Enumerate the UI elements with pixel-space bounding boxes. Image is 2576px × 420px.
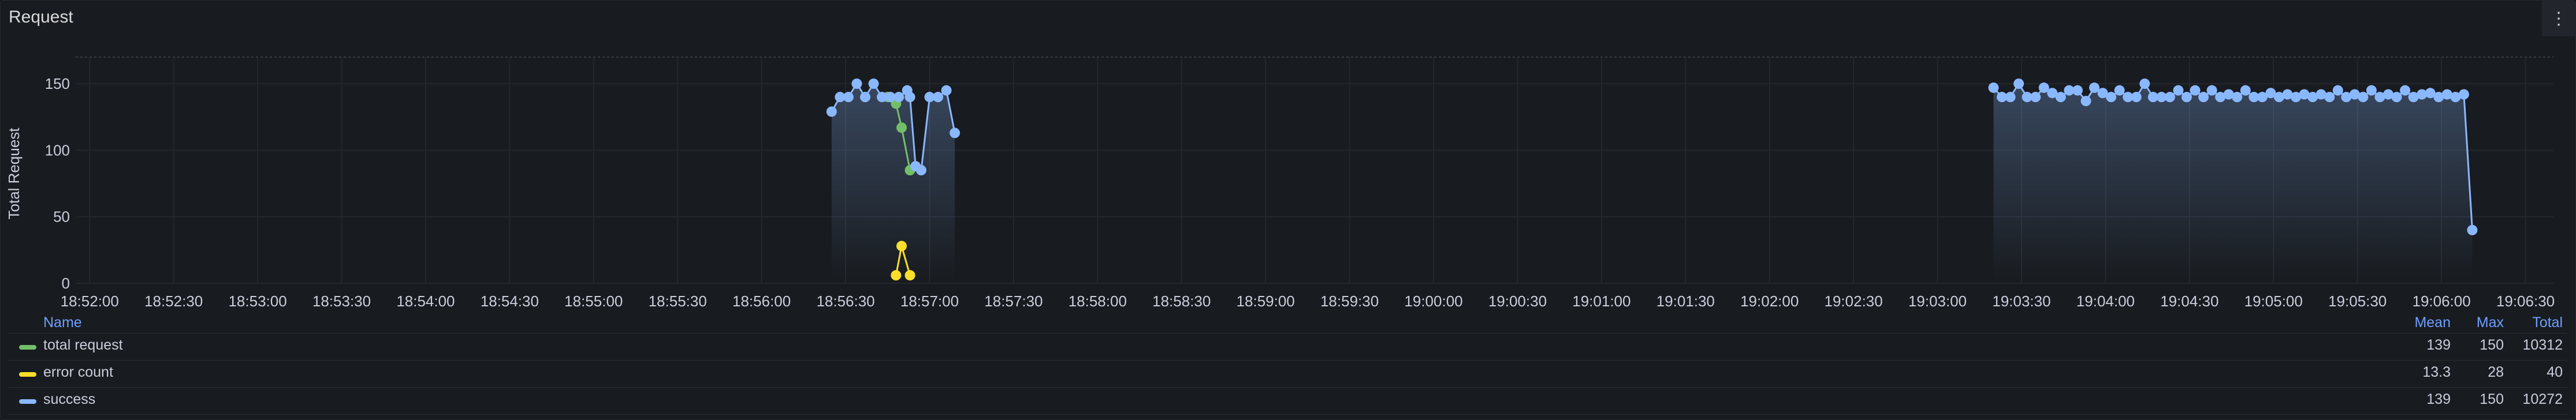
data-point-error-count (896, 241, 907, 252)
data-point-success (2400, 85, 2411, 96)
x-tick-label: 19:05:30 (2328, 292, 2387, 310)
legend-header: Name Mean Max Total (9, 311, 2567, 333)
x-tick-label: 18:58:30 (1152, 292, 1211, 310)
x-tick-label: 19:01:00 (1572, 292, 1631, 310)
y-tick-label: 50 (53, 208, 70, 226)
data-point-success (2139, 78, 2150, 89)
data-point-error-count (891, 270, 902, 281)
data-point-success (2181, 92, 2192, 103)
legend-color-swatch[interactable] (19, 372, 36, 377)
x-tick-label: 18:57:00 (900, 292, 959, 310)
legend-color-swatch[interactable] (19, 399, 36, 404)
data-point-success (2232, 92, 2243, 103)
x-tick-label: 18:57:30 (984, 292, 1043, 310)
x-tick-label: 19:05:00 (2244, 292, 2303, 310)
data-point-success (2030, 92, 2041, 103)
x-tick-label: 18:53:30 (312, 292, 371, 310)
x-tick-label: 19:03:00 (1908, 292, 1967, 310)
data-point-success (2106, 92, 2117, 103)
x-tick-label: 18:56:00 (732, 292, 791, 310)
x-tick-label: 19:00:30 (1488, 292, 1547, 310)
legend-series-name[interactable]: error count (43, 364, 113, 381)
data-point-success (2005, 92, 2016, 103)
x-tick-label: 19:06:00 (2412, 292, 2470, 310)
legend-series-name[interactable]: success (43, 391, 95, 408)
x-tick-label: 18:55:30 (649, 292, 707, 310)
x-tick-label: 18:52:00 (61, 292, 119, 310)
data-point-success (941, 85, 952, 96)
legend-total-value: 10312 (2522, 337, 2563, 353)
data-point-success (843, 92, 854, 103)
legend-series-name[interactable]: total request (43, 337, 123, 354)
x-tick-label: 18:56:30 (816, 292, 874, 310)
data-point-success (2358, 92, 2369, 103)
data-point-success (1988, 82, 1999, 93)
legend-row-error-count[interactable]: error count 13.3 28 40 (9, 361, 2567, 388)
legend-table: Name Mean Max Total total request 139 150 1… (9, 311, 2567, 415)
data-point-success (2391, 92, 2402, 103)
data-point-success (904, 92, 915, 103)
legend-total-value: 40 (2547, 364, 2563, 380)
x-tick-label: 19:03:30 (1992, 292, 2050, 310)
data-point-success (2072, 85, 2083, 96)
data-point-success (2240, 85, 2251, 96)
legend-row-total-request[interactable]: total request 139 150 10312 (9, 333, 2567, 361)
data-point-success (2332, 85, 2343, 96)
x-tick-label: 19:01:30 (1656, 292, 1715, 310)
data-point-success (2080, 96, 2091, 107)
data-point-success (2173, 85, 2184, 96)
series-area-success (1993, 84, 2473, 283)
data-point-success (2013, 78, 2024, 89)
data-point-success (2164, 92, 2175, 103)
y-axis-label: Total Request (5, 127, 23, 220)
data-point-success (2190, 85, 2201, 96)
data-point-error-count (904, 270, 915, 281)
x-tick-label: 18:55:00 (564, 292, 623, 310)
data-point-success (950, 127, 961, 138)
x-tick-label: 19:06:30 (2496, 292, 2555, 310)
data-point-success (915, 165, 926, 175)
data-point-success (868, 78, 879, 89)
x-tick-label: 18:54:00 (396, 292, 455, 310)
x-tick-label: 18:58:00 (1069, 292, 1127, 310)
legend-total-value: 10272 (2522, 391, 2563, 407)
data-point-success (851, 78, 862, 89)
data-point-success (859, 92, 870, 103)
x-tick-label: 18:54:30 (481, 292, 539, 310)
data-point-success (894, 92, 904, 103)
data-point-success (2206, 85, 2217, 96)
data-point-success (2458, 89, 2469, 100)
data-point-success (2114, 85, 2125, 96)
data-point-success (2131, 92, 2142, 103)
x-tick-label: 19:00:00 (1404, 292, 1462, 310)
legend-color-swatch[interactable] (19, 345, 36, 350)
x-tick-label: 18:59:00 (1237, 292, 1295, 310)
x-tick-label: 19:04:00 (2076, 292, 2135, 310)
data-point-total-request (896, 122, 907, 133)
request-line-chart: 18:52:00 18:52:30 18:53:00 18:53:30 18:54:00… (5, 57, 2555, 310)
y-tick-label: 100 (45, 141, 70, 159)
x-tick-label: 19:02:30 (1825, 292, 1883, 310)
data-point-success (826, 106, 837, 117)
y-tick-label: 150 (45, 75, 70, 92)
series-area-success (831, 84, 955, 283)
data-point-success (2055, 92, 2066, 103)
x-tick-label: 18:59:30 (1320, 292, 1379, 310)
legend-col-total[interactable]: Total (2447, 314, 2563, 331)
data-point-success (2467, 224, 2478, 235)
x-tick-label: 18:53:00 (228, 292, 286, 310)
y-tick-label: 0 (62, 275, 70, 292)
x-tick-label: 18:52:30 (144, 292, 203, 310)
data-point-success (2366, 85, 2377, 96)
data-point-success (2324, 92, 2335, 103)
data-point-success (2198, 92, 2209, 103)
request-panel: Request ⋮ 18:52:00 18:52:30 18:53:00 18:53:… (0, 0, 2576, 420)
legend-row-success[interactable]: success 139 150 10272 (9, 388, 2567, 415)
legend-col-name[interactable]: Name (43, 314, 82, 331)
x-tick-label: 19:02:00 (1740, 292, 1799, 310)
data-point-success (933, 92, 944, 103)
x-tick-label: 19:04:30 (2160, 292, 2218, 310)
